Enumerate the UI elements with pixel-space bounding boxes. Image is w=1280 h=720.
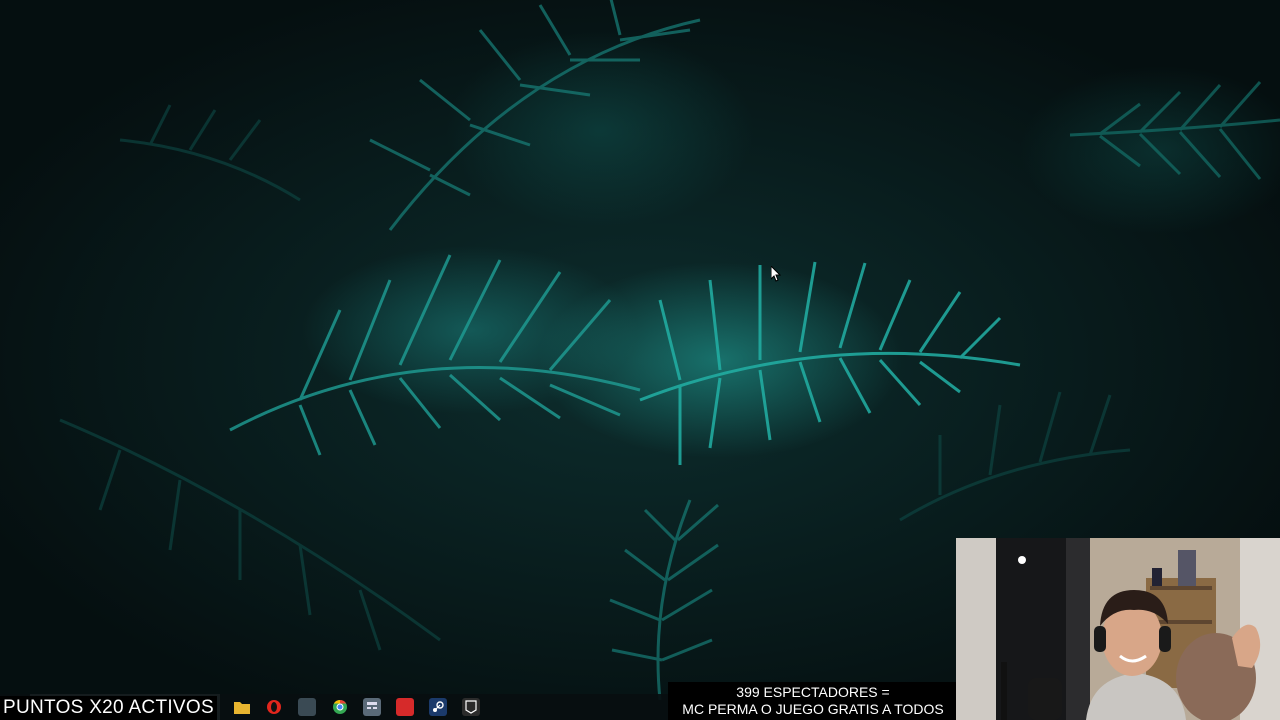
viewers-overlay: 399 ESPECTADORES = MC PERMA O JUEGO GRAT…	[668, 682, 958, 720]
viewers-count-text: 399 ESPECTADORES =	[736, 684, 890, 700]
opera-icon[interactable]	[265, 698, 283, 716]
viewers-goal-text: MC PERMA O JUEGO GRATIS A TODOS	[682, 701, 944, 717]
mouse-cursor-icon	[771, 266, 781, 282]
calculator-icon[interactable]	[363, 698, 381, 716]
epic-games-icon[interactable]	[462, 698, 480, 716]
steam-icon[interactable]	[429, 698, 447, 716]
app-icon[interactable]	[298, 698, 316, 716]
chrome-icon[interactable]	[331, 698, 349, 716]
red-app-icon[interactable]	[396, 698, 414, 716]
file-explorer-icon[interactable]	[233, 698, 251, 716]
points-overlay: PUNTOS X20 ACTIVOS	[0, 696, 217, 720]
streamer-webcam-image	[956, 538, 1280, 720]
webcam-feed	[956, 538, 1280, 720]
